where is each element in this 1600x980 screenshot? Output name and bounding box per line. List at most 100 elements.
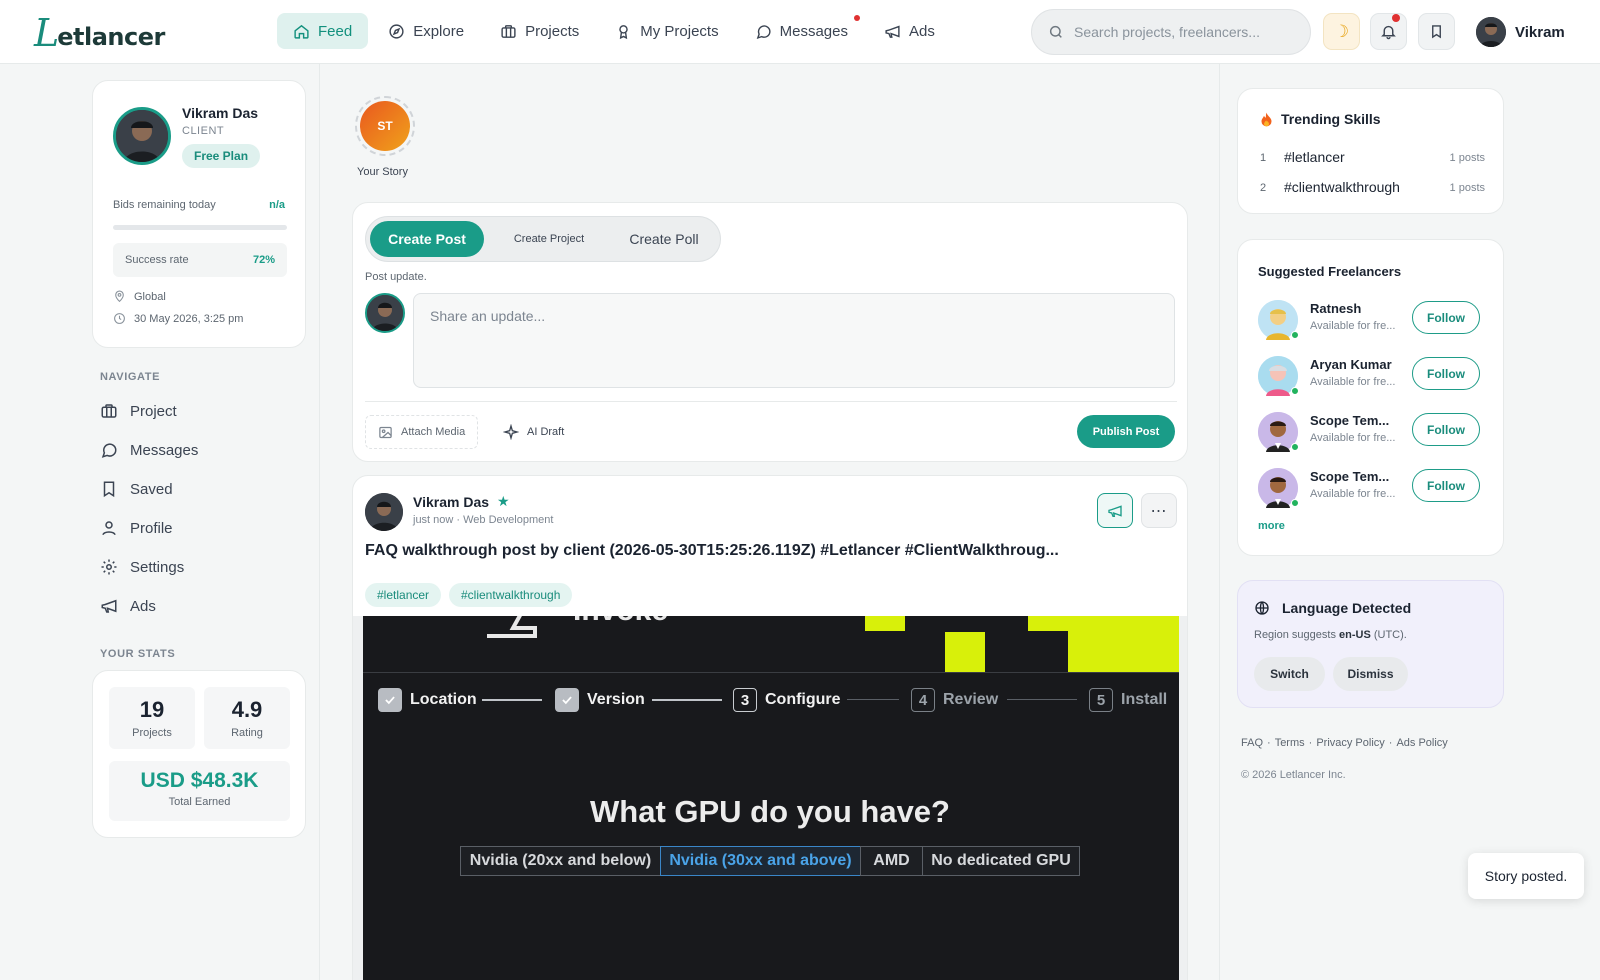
freelancer-avatar[interactable]: [1258, 468, 1299, 508]
feed-post: Vikram Das ★ just now · Web Development …: [352, 475, 1188, 980]
more-options-button[interactable]: ⋯: [1141, 493, 1177, 528]
post-textarea[interactable]: Share an update...: [413, 293, 1175, 388]
nav-projects[interactable]: Projects: [484, 13, 595, 49]
user-name: Vikram: [1515, 23, 1565, 41]
post-author-row: Vikram Das ★: [413, 493, 510, 510]
sidebar-item-profile[interactable]: Profile: [100, 519, 173, 537]
switch-language-button[interactable]: Switch: [1254, 657, 1325, 691]
follow-button[interactable]: Follow: [1412, 301, 1480, 334]
sidebar-item-project[interactable]: Project: [100, 402, 177, 420]
follow-button[interactable]: Follow: [1412, 413, 1480, 446]
briefcase-icon: [501, 24, 516, 38]
profile-avatar[interactable]: [113, 107, 171, 165]
sidebar-item-settings[interactable]: Settings: [100, 558, 184, 576]
profile-name: Vikram Das: [182, 105, 259, 121]
nav-projects-label: Projects: [525, 22, 580, 40]
follow-button[interactable]: Follow: [1412, 357, 1480, 390]
ai-draft-button[interactable]: AI Draft: [495, 415, 572, 449]
bids-value: n/a: [269, 199, 285, 211]
stats-section-title: YOUR STATS: [100, 648, 176, 660]
language-locale: en-US: [1339, 629, 1371, 641]
fire-icon: [1261, 112, 1272, 126]
post-author-avatar[interactable]: [365, 493, 403, 531]
your-story[interactable]: ST: [355, 96, 415, 156]
composer-divider: [365, 401, 1177, 402]
logo-initial: L: [34, 11, 60, 55]
step-label: Version: [587, 691, 645, 708]
gpu-option-selected: Nvidia (30xx and above): [660, 846, 861, 876]
check-icon: [555, 688, 579, 712]
footer-link-faq[interactable]: FAQ: [1241, 737, 1263, 749]
app-logo[interactable]: L etlancer: [34, 11, 165, 55]
avatar: [1476, 17, 1506, 47]
nav-messages[interactable]: Messages: [739, 13, 864, 49]
search-bar[interactable]: Search projects, freelancers...: [1031, 9, 1311, 55]
story-avatar: ST: [360, 101, 410, 151]
tab-create-post[interactable]: Create Post: [370, 221, 484, 257]
nav-messages-label: Messages: [779, 22, 848, 40]
footer-link-ads-policy[interactable]: Ads Policy: [1396, 737, 1447, 749]
language-title: Language Detected: [1282, 600, 1412, 616]
post-author-name[interactable]: Vikram Das: [413, 494, 489, 510]
theme-toggle-button[interactable]: ☽: [1323, 13, 1360, 50]
nav-my-projects-label: My Projects: [640, 22, 719, 40]
step-configure: 3 Configure: [733, 688, 841, 712]
freelancer-name[interactable]: Scope Tem...: [1310, 413, 1389, 428]
footer-separator: ·: [1267, 737, 1271, 749]
lime-block: [1068, 616, 1179, 672]
megaphone-icon: [1108, 504, 1122, 517]
sidebar-item-saved[interactable]: Saved: [100, 480, 173, 498]
freelancer-name[interactable]: Ratnesh: [1310, 301, 1361, 316]
freelancer-avatar[interactable]: [1258, 356, 1299, 396]
publish-post-button[interactable]: Publish Post: [1077, 415, 1175, 448]
dismiss-language-button[interactable]: Dismiss: [1333, 657, 1408, 691]
freelancer-name[interactable]: Scope Tem...: [1310, 469, 1389, 484]
footer-links: FAQ · Terms · Privacy Policy · Ads Policy: [1241, 737, 1448, 749]
tab-create-poll[interactable]: Create Poll: [612, 221, 716, 257]
projects-label: Projects: [132, 727, 172, 739]
datetime-text: 30 May 2026, 3:25 pm: [134, 312, 244, 325]
sidebar-item-label: Project: [130, 402, 177, 420]
follow-button[interactable]: Follow: [1412, 469, 1480, 502]
freelancer-avatar[interactable]: [1258, 412, 1299, 452]
image-header-divider: [363, 672, 1179, 673]
location-pin-icon: [115, 290, 124, 303]
trending-item[interactable]: 1 #letlancer 1 posts: [1260, 147, 1485, 171]
attach-media-button[interactable]: Attach Media: [365, 415, 479, 449]
freelancer-status: Available for fre...: [1310, 488, 1396, 500]
nav-ads[interactable]: Ads: [868, 13, 951, 49]
projects-count: 19: [139, 697, 165, 722]
main-nav: Feed Explore Projects My Projects Messag…: [277, 13, 951, 49]
sidebar-item-label: Messages: [130, 441, 199, 459]
sidebar-item-ads[interactable]: Ads: [100, 597, 156, 615]
ai-draft-label: AI Draft: [527, 426, 565, 438]
tab-create-project[interactable]: Create Project: [494, 221, 604, 257]
column-divider: [319, 64, 320, 980]
bell-icon: [1381, 25, 1396, 40]
lime-block: [865, 616, 905, 631]
search-input[interactable]: Search projects, freelancers...: [1074, 24, 1260, 40]
more-freelancers-link[interactable]: more: [1258, 520, 1285, 532]
rating-label: Rating: [231, 727, 263, 739]
sidebar-item-messages[interactable]: Messages: [100, 441, 198, 459]
promote-post-button[interactable]: [1097, 493, 1133, 528]
saved-button[interactable]: [1418, 13, 1455, 50]
freelancer-name[interactable]: Aryan Kumar: [1310, 357, 1392, 372]
nav-feed[interactable]: Feed: [277, 13, 369, 49]
nav-explore[interactable]: Explore: [372, 13, 480, 49]
footer-link-privacy[interactable]: Privacy Policy: [1316, 737, 1384, 749]
trending-title: Trending Skills: [1281, 111, 1381, 127]
step-label: Location: [410, 691, 477, 708]
lime-block: [1028, 616, 1068, 631]
freelancer-avatar[interactable]: [1258, 300, 1299, 340]
user-menu[interactable]: Vikram: [1476, 17, 1565, 47]
award-icon: [619, 24, 628, 39]
footer-link-terms[interactable]: Terms: [1275, 737, 1305, 749]
nav-my-projects[interactable]: My Projects: [599, 13, 734, 49]
image-icon: [379, 426, 392, 438]
notifications-button[interactable]: [1370, 13, 1407, 50]
trending-item[interactable]: 2 #clientwalkthrough 1 posts: [1260, 177, 1485, 201]
post-tag[interactable]: #letlancer: [365, 583, 442, 607]
post-tag[interactable]: #clientwalkthrough: [449, 583, 573, 607]
rating-stat: 4.9 Rating: [204, 687, 290, 749]
